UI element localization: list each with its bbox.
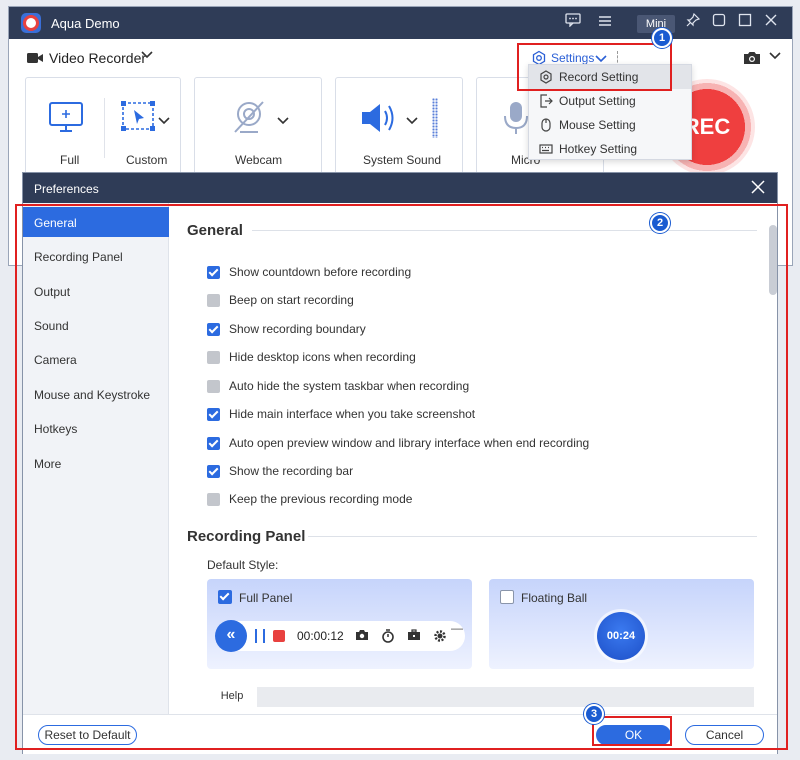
webcam-off-icon[interactable] <box>231 98 269 139</box>
full-label: Full <box>60 153 80 167</box>
pin-icon[interactable] <box>683 12 703 33</box>
mode-label[interactable]: Video Recorder <box>49 50 146 66</box>
menu-icon[interactable] <box>595 13 615 33</box>
feedback-icon[interactable] <box>563 13 583 33</box>
custom-chevron-down-icon[interactable] <box>158 114 170 128</box>
step-badge-1: 1 <box>652 28 672 48</box>
preferences-titlebar: Preferences <box>23 173 777 203</box>
system-sound-panel: System Sound <box>335 77 463 177</box>
webcam-label: Webcam <box>235 153 283 167</box>
app-logo-icon <box>21 13 41 33</box>
video-camera-icon <box>26 51 44 68</box>
webcam-chevron-down-icon[interactable] <box>277 114 289 128</box>
webcam-panel: Webcam <box>194 77 322 177</box>
menu-item-hotkey-setting[interactable]: Hotkey Setting <box>529 137 691 161</box>
panel-divider <box>104 98 105 158</box>
screen: Aqua Demo Mini Video Recorder Settings F… <box>0 0 800 760</box>
export-icon <box>539 94 553 111</box>
step-badge-2: 2 <box>650 213 670 233</box>
screenshot-chevron-down-icon[interactable] <box>769 51 781 63</box>
menu-item-output-setting[interactable]: Output Setting <box>529 89 691 113</box>
restore-icon[interactable] <box>735 13 755 33</box>
menu-item-label: Output Setting <box>559 94 636 108</box>
highlight-box-ok <box>592 716 672 746</box>
custom-label: Custom <box>126 153 168 167</box>
custom-area-icon[interactable] <box>120 100 156 139</box>
step-badge-3: 3 <box>584 704 604 724</box>
speaker-icon[interactable] <box>358 100 402 139</box>
microphone-icon[interactable] <box>501 100 531 139</box>
preferences-close-icon[interactable] <box>751 178 765 198</box>
full-screen-icon[interactable] <box>48 100 84 139</box>
keyboard-icon <box>539 142 553 159</box>
preferences-title: Preferences <box>34 182 99 196</box>
mode-chevron-down-icon[interactable] <box>141 50 153 62</box>
highlight-box-settings <box>517 43 672 91</box>
system-sound-label: System Sound <box>363 153 442 167</box>
titlebar: Aqua Demo Mini <box>9 7 792 39</box>
app-title: Aqua Demo <box>51 16 120 31</box>
menu-item-label: Mouse Setting <box>559 118 636 132</box>
close-icon[interactable] <box>761 13 781 33</box>
menu-item-mouse-setting[interactable]: Mouse Setting <box>529 113 691 137</box>
minimize-icon[interactable] <box>709 13 729 33</box>
screen-area-panel: Full Custom <box>25 77 181 177</box>
screenshot-camera-icon[interactable] <box>743 51 761 68</box>
mouse-icon <box>539 118 553 135</box>
menu-item-label: Hotkey Setting <box>559 142 638 156</box>
system-sound-chevron-down-icon[interactable] <box>406 114 418 128</box>
highlight-box-preferences <box>15 204 788 750</box>
volume-level-meter <box>432 98 438 138</box>
